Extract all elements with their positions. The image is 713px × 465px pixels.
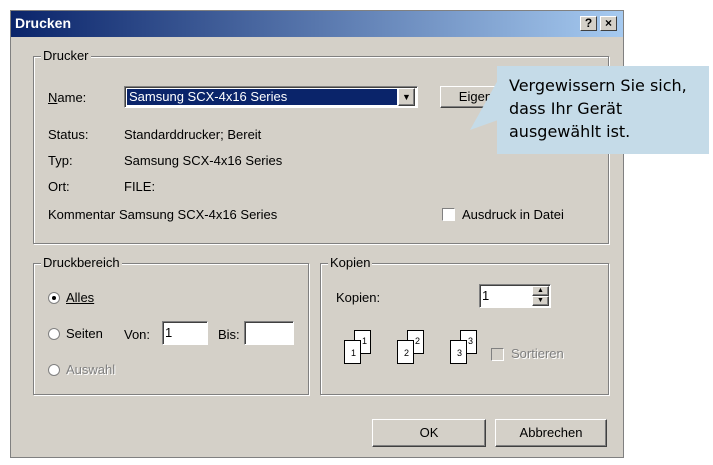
type-value: Samsung SCX-4x16 Series	[124, 153, 283, 168]
copies-spinner[interactable]: 1 ▲ ▼	[479, 284, 551, 308]
radio-selection[interactable]	[48, 364, 60, 376]
from-label: Von:	[124, 327, 151, 342]
comment-value: Samsung SCX-4x16 Series	[119, 207, 278, 222]
print-to-file-label[interactable]: Ausdruck in Datei	[462, 207, 564, 222]
from-input[interactable]: 1	[162, 321, 208, 345]
title-bar: Drucken ? ×	[11, 11, 623, 37]
callout-box: Vergewissern Sie sich, dass Ihr Gerät au…	[497, 66, 709, 154]
spin-up-icon[interactable]: ▲	[532, 286, 549, 296]
collate-label[interactable]: Sortieren	[511, 346, 564, 361]
print-range-legend: Druckbereich	[41, 255, 122, 270]
radio-all[interactable]	[48, 292, 60, 304]
name-label: Name:	[48, 90, 87, 105]
radio-all-label[interactable]: Alles	[66, 290, 94, 305]
printer-select-value: Samsung SCX-4x16 Series	[127, 89, 397, 105]
callout-line-3: ausgewählt ist.	[509, 122, 631, 141]
callout-text: Vergewissern Sie sich, dass Ihr Gerät au…	[509, 74, 687, 143]
to-input[interactable]	[244, 321, 294, 345]
status-value: Standarddrucker; Bereit	[124, 127, 262, 142]
printer-group-legend: Drucker	[41, 48, 91, 63]
to-label: Bis:	[218, 327, 240, 342]
status-label: Status:	[48, 127, 89, 142]
location-label: Ort:	[48, 179, 70, 194]
radio-pages-label[interactable]: Seiten	[66, 326, 103, 341]
ok-button[interactable]: OK	[372, 419, 486, 447]
radio-pages[interactable]	[48, 328, 60, 340]
copies-label: Kopien:	[336, 290, 381, 305]
cancel-button[interactable]: Abbrechen	[495, 419, 607, 447]
copies-legend: Kopien	[328, 255, 373, 270]
copies-value: 1	[482, 288, 490, 303]
callout-line-2: dass Ihr Gerät	[509, 99, 623, 118]
printer-select[interactable]: Samsung SCX-4x16 Series ▼	[124, 86, 418, 108]
dialog-title: Drucken	[15, 15, 72, 31]
copies-group: Kopien Kopien: 1 ▲ ▼ 1 1 2 2 3 3 Sortier…	[320, 255, 609, 395]
comment-label: Kommentar	[48, 207, 116, 222]
radio-selection-label[interactable]: Auswahl	[66, 362, 115, 377]
collate-checkbox[interactable]	[491, 348, 504, 361]
help-button[interactable]: ?	[580, 16, 597, 31]
callout-line-1: Vergewissern Sie sich,	[509, 76, 687, 95]
location-value: FILE:	[124, 179, 156, 194]
print-to-file-checkbox[interactable]	[442, 208, 455, 221]
close-button[interactable]: ×	[600, 16, 617, 31]
chevron-down-icon[interactable]: ▼	[398, 88, 415, 106]
type-label: Typ:	[48, 153, 73, 168]
print-range-group: Druckbereich Alles Seiten Von: 1 Bis: Au…	[33, 255, 309, 395]
spin-down-icon[interactable]: ▼	[532, 296, 549, 306]
